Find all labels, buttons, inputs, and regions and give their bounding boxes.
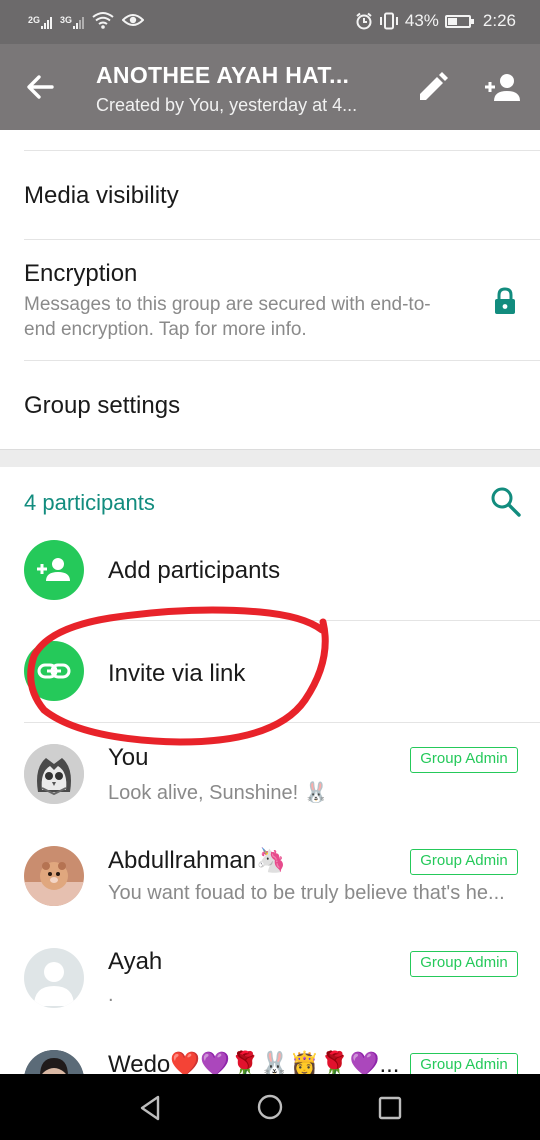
participant-name: Ayah (108, 948, 163, 975)
nav-back-icon[interactable] (134, 1092, 166, 1124)
network-label-2: 3G (60, 15, 73, 25)
app-bar: ANOTHEE AYAH HAT... Created by You, yest… (0, 44, 540, 130)
group-settings-label: Group settings (24, 392, 181, 419)
encryption-title: Encryption (24, 260, 138, 287)
add-participants-label: Add participants (108, 557, 281, 584)
group-admin-badge: Group Admin (410, 747, 518, 773)
link-icon (37, 663, 71, 679)
group-title-area[interactable]: ANOTHEE AYAH HAT... Created by You, yest… (96, 62, 386, 116)
media-visibility-label: Media visibility (24, 182, 179, 209)
lock-icon (495, 287, 515, 314)
encryption-row[interactable]: Encryption Messages to this group are se… (0, 240, 540, 360)
navigation-bar (0, 1074, 540, 1140)
section-gap (0, 449, 540, 467)
group-created-info: Created by You, yesterday at 4... (96, 95, 358, 115)
battery-percent: 43% (404, 11, 439, 30)
add-person-icon[interactable] (482, 70, 522, 106)
nav-home-icon[interactable] (254, 1091, 286, 1123)
signal-3g-icon: 3G (60, 15, 85, 29)
status-right: 43% 2:26 (355, 11, 516, 31)
group-admin-badge: Group Admin (410, 849, 518, 875)
invite-via-link-row[interactable]: Invite via link (0, 622, 540, 722)
network-label-1: 2G (28, 15, 41, 25)
participant-name: You (108, 744, 149, 771)
clock: 2:26 (482, 11, 516, 30)
status-left: 2G 3G (28, 11, 145, 29)
alarm-icon (356, 12, 372, 30)
encryption-description: Messages to this group are secured with … (24, 294, 431, 340)
participant-row[interactable]: You Group Admin Look alive, Sunshine! 🐰 (0, 722, 540, 824)
battery-icon (444, 14, 474, 28)
group-title: ANOTHEE AYAH HAT... (96, 62, 350, 88)
divider (108, 620, 540, 621)
back-arrow-icon[interactable] (20, 69, 60, 105)
signal-2g-icon: 2G (28, 15, 53, 29)
group-admin-badge: Group Admin (410, 951, 518, 977)
default-avatar-icon (24, 948, 84, 1008)
add-person-icon (37, 558, 70, 581)
wifi-icon (92, 12, 114, 29)
invite-link-avatar (24, 641, 84, 701)
participant-status: Look alive, Sunshine! 🐰 (108, 782, 329, 804)
avatar (24, 846, 84, 906)
search-icon[interactable] (488, 484, 522, 518)
participants-count: 4 participants (24, 490, 155, 515)
media-visibility-row[interactable]: Media visibility (0, 151, 540, 239)
add-participants-row[interactable]: Add participants (0, 520, 540, 620)
vibrate-icon (379, 12, 398, 30)
pencil-icon[interactable] (414, 70, 450, 106)
status-bar: 2G 3G 43% 2:26 (0, 0, 540, 44)
participant-status: You want fouad to be truly believe that'… (108, 882, 505, 904)
participant-status: . (108, 984, 114, 1006)
add-participant-avatar (24, 540, 84, 600)
invite-via-link-label: Invite via link (108, 660, 246, 687)
eye-icon (122, 14, 145, 26)
hamster-avatar-image (24, 846, 84, 906)
participant-row[interactable]: Abdullrahman🦄 Group Admin You want fouad… (0, 824, 540, 926)
avatar (24, 744, 84, 804)
owl-avatar-image (24, 744, 84, 804)
group-settings-row[interactable]: Group settings (0, 361, 540, 449)
participant-row[interactable]: Ayah Group Admin . (0, 926, 540, 1028)
nav-recents-icon[interactable] (374, 1092, 406, 1124)
participant-name: Abdullrahman🦄 (108, 847, 286, 874)
